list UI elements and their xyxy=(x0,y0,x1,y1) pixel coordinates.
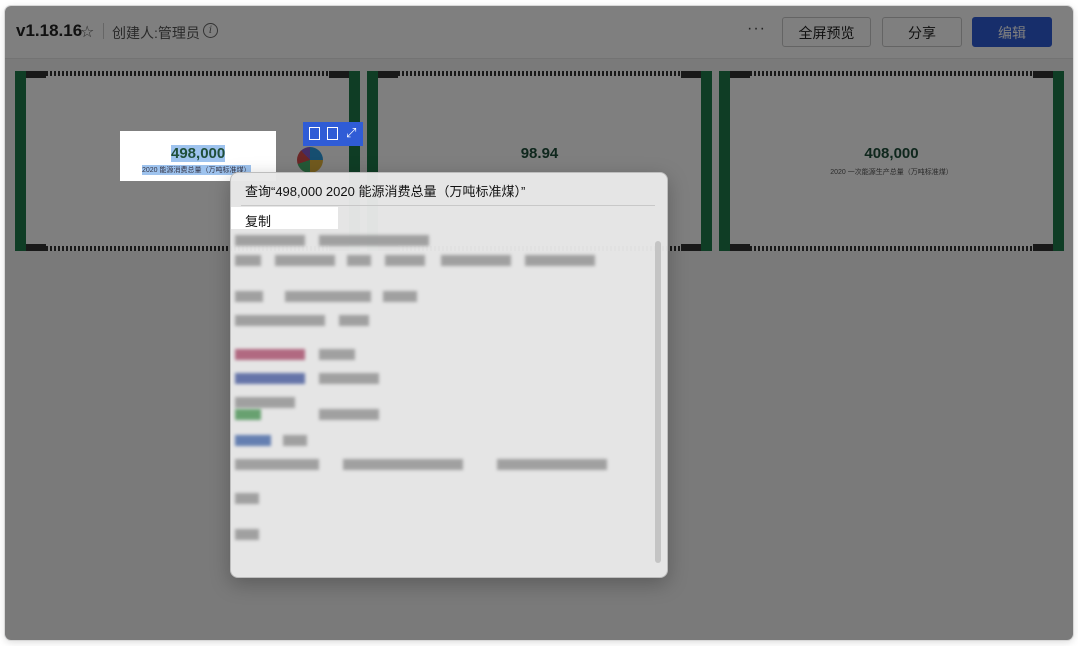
blurred-menu-row xyxy=(235,409,605,421)
blurred-menu-row xyxy=(235,373,605,385)
blurred-menu-row xyxy=(235,435,605,447)
context-menu: 查询“498,000 2020 能源消费总量（万吨标准煤）” 复制 xyxy=(230,172,668,578)
widget-toolbar: ⤢ xyxy=(303,122,363,146)
blurred-menu-row xyxy=(235,315,605,327)
blurred-menu-row xyxy=(235,291,605,303)
blurred-menu-row xyxy=(235,529,605,541)
blurred-menu-row xyxy=(235,459,607,471)
blurred-menu-row xyxy=(235,397,605,409)
menu-scrollbar[interactable] xyxy=(655,241,661,563)
kpi-value: 498,000 xyxy=(171,145,226,162)
export-icon[interactable] xyxy=(309,127,320,140)
blurred-menu-row xyxy=(235,493,605,505)
blurred-menu-row xyxy=(235,235,605,247)
menu-item-copy[interactable]: 复制 xyxy=(231,207,338,229)
search-icon[interactable] xyxy=(327,127,338,140)
expand-icon[interactable]: ⤢ xyxy=(346,125,356,141)
blurred-menu-row xyxy=(235,255,605,267)
menu-item-copy-label: 复制 xyxy=(245,214,272,229)
menu-item-lookup[interactable]: 查询“498,000 2020 能源消费总量（万吨标准煤）” xyxy=(245,181,525,200)
menu-divider xyxy=(241,205,655,206)
blurred-menu-row xyxy=(235,349,605,361)
